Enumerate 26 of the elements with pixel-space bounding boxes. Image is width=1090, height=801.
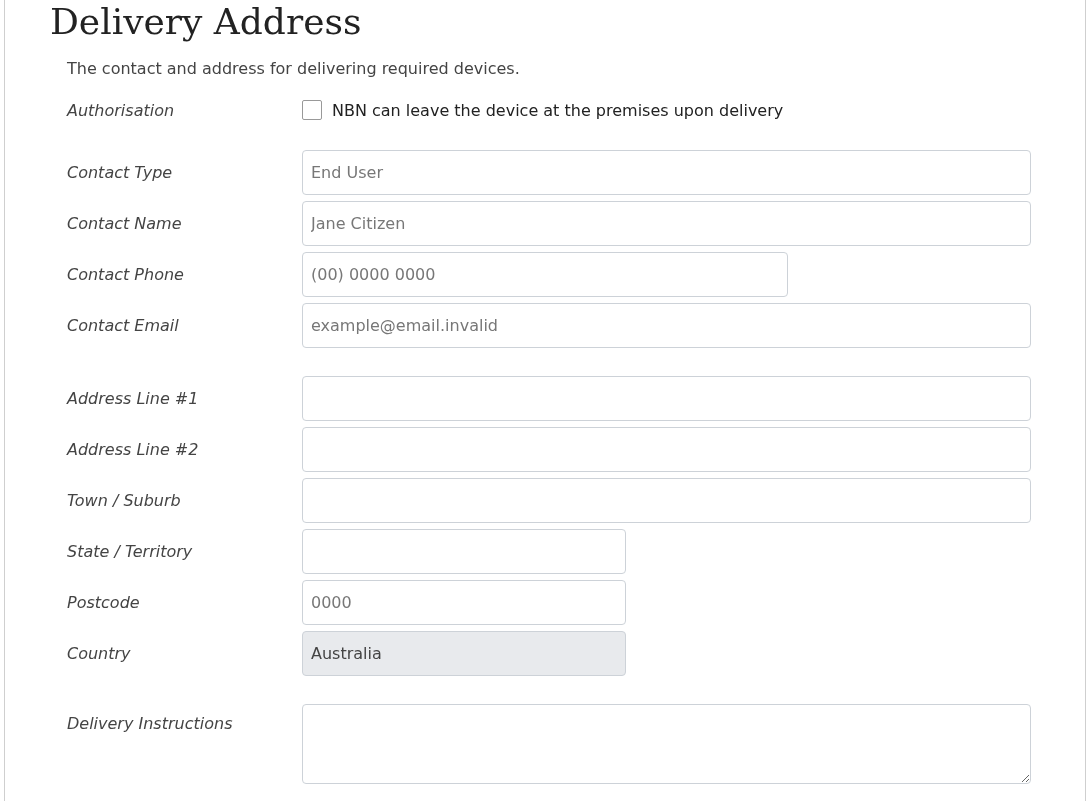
field-label: Address Line #1 <box>67 389 200 408</box>
input-field[interactable] <box>302 376 1031 421</box>
input-field[interactable]: Jane Citizen <box>302 201 1031 246</box>
input-field[interactable] <box>302 427 1031 472</box>
field-label: Address Line #2 <box>67 440 200 459</box>
field-label: Contact Type <box>67 163 174 182</box>
checkbox[interactable] <box>302 100 322 120</box>
checkbox-label: NBN can leave the device at the premises upon delivery <box>332 100 784 120</box>
field-label: State / Territory <box>67 542 194 561</box>
field-label: Town / Suburb <box>67 491 182 510</box>
input-field[interactable]: End User <box>302 150 1031 195</box>
input-field[interactable] <box>302 529 626 574</box>
input-field[interactable]: 0000 <box>302 580 626 625</box>
field-label: Delivery Instructions <box>67 713 234 733</box>
input-field[interactable] <box>302 478 1031 523</box>
field-label: Contact Email <box>67 316 180 335</box>
field-label: Contact Phone <box>67 265 185 284</box>
page-title: Delivery Address <box>50 0 363 44</box>
field-label: Postcode <box>67 593 141 612</box>
text-area[interactable] <box>302 704 1031 784</box>
field-label: Country <box>67 644 132 663</box>
field-label: Contact Name <box>67 214 183 233</box>
input-field[interactable]: example@email.invalid <box>302 303 1031 348</box>
description-text: The contact and address for delivering required devices. <box>67 59 521 78</box>
field-label: Authorisation <box>67 100 176 120</box>
input-field[interactable]: (00) 0000 0000 <box>302 252 788 297</box>
